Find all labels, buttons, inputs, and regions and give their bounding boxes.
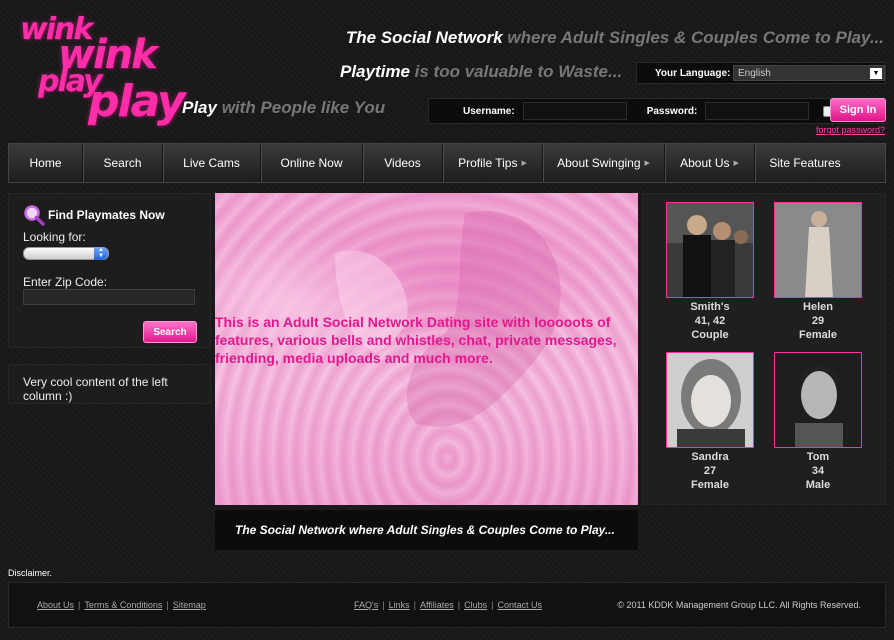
nav-label: Videos	[384, 156, 421, 170]
nav-videos[interactable]: Videos	[363, 144, 443, 182]
member-name: Tom	[806, 451, 830, 463]
footer-link-clubs[interactable]: Clubs	[464, 600, 487, 610]
nav-search[interactable]: Search	[83, 144, 163, 182]
disclaimer-text: Disclaimer.	[8, 568, 53, 578]
username-input[interactable]	[522, 102, 627, 120]
member-type: Couple	[691, 329, 729, 341]
member-card[interactable]: Tom 34 Male	[774, 352, 862, 492]
nav-label: Site Features	[769, 156, 841, 170]
footer-mid-links: FAQ's | Links | Affiliates | Clubs | Contact Us	[354, 600, 543, 610]
footer-left-links: About Us | Terms & Conditions | Sitemap	[37, 600, 206, 610]
woman-photo-image	[775, 203, 861, 297]
zip-label: Enter Zip Code:	[23, 275, 108, 289]
footer-link-terms[interactable]: Terms & Conditions	[84, 600, 162, 610]
hero-banner: This is an Adult Social Network Dating s…	[215, 193, 638, 505]
main-nav: Home Search Live Cams Online Now Videos …	[8, 143, 886, 183]
nav-label: Home	[29, 156, 62, 170]
left-content-text: Very cool content of the left column :)	[23, 375, 168, 403]
nav-label: About Us	[680, 156, 730, 170]
nav-live-cams[interactable]: Live Cams	[163, 144, 261, 182]
member-type: Female	[799, 329, 837, 341]
man-portrait-image	[775, 353, 861, 447]
find-playmates-panel: Find Playmates Now Looking for: ▲ ▼ Enter…	[8, 193, 211, 348]
looking-for-label: Looking for:	[23, 230, 86, 244]
language-value: English	[738, 67, 771, 79]
language-select[interactable]: English ▼	[733, 65, 885, 81]
member-photo[interactable]	[666, 202, 754, 298]
footer-link-links[interactable]: Links	[389, 600, 410, 610]
footer-link-about-us[interactable]: About Us	[37, 600, 74, 610]
member-name: Helen	[803, 301, 833, 313]
member-photo[interactable]	[774, 352, 862, 448]
nav-label: Profile Tips	[458, 156, 518, 170]
language-bar: Your Language: English ▼	[636, 62, 886, 84]
panel-title: Find Playmates Now	[48, 208, 165, 222]
member-type: Female	[691, 479, 729, 491]
search-button[interactable]: Search	[143, 321, 197, 343]
nav-label: Live Cams	[183, 156, 240, 170]
copyright-text: © 2011 KDDK Management Group LLC. All Ri…	[617, 600, 861, 610]
caption-text: The Social Network where Adult Singles &…	[235, 523, 615, 537]
footer-link-affiliates[interactable]: Affiliates	[420, 600, 454, 610]
nav-site-features[interactable]: Site Features	[755, 144, 855, 182]
member-name: Smith's	[690, 301, 730, 313]
chevron-right-icon: ▶	[733, 160, 739, 167]
footer-link-sitemap[interactable]: Sitemap	[173, 600, 206, 610]
nav-online-now[interactable]: Online Now	[261, 144, 363, 182]
password-input[interactable]	[705, 102, 810, 120]
member-age: 41, 42	[694, 315, 726, 327]
tagline-rest: is too valuable to Waste...	[409, 62, 623, 81]
chevron-right-icon: ▶	[521, 160, 527, 167]
password-label: Password:	[646, 105, 698, 117]
member-name: Sandra	[691, 451, 729, 463]
member-age: 34	[811, 465, 825, 477]
tagline-playtime: Playtime is too valuable to Waste...	[340, 62, 622, 82]
tagline-highlight: Playtime	[340, 62, 410, 81]
featured-members: Smith's 41, 42 Couple Helen 29 Female Sa…	[642, 193, 886, 505]
sign-in-button[interactable]: Sign In	[830, 98, 886, 122]
nav-label: Online Now	[280, 156, 343, 170]
member-photo[interactable]	[774, 202, 862, 298]
hero-description: This is an Adult Social Network Dating s…	[215, 314, 617, 366]
forgot-password-link[interactable]: forgot password?	[816, 125, 885, 135]
woman-portrait-image	[667, 353, 753, 447]
looking-for-select[interactable]: ▲ ▼	[23, 247, 109, 260]
select-arrows-icon: ▲ ▼	[94, 247, 108, 260]
couple-photo-image	[667, 203, 753, 297]
member-card[interactable]: Sandra 27 Female	[666, 352, 754, 492]
member-card[interactable]: Smith's 41, 42 Couple	[666, 202, 754, 342]
tagline-social-network: The Social Network where Adult Singles &…	[346, 28, 884, 48]
tagline-highlight: Play	[182, 98, 217, 117]
nav-label: Search	[103, 156, 142, 170]
zip-code-input[interactable]	[23, 289, 195, 305]
tagline-rest: where Adult Singles & Couples Come to Pl…	[502, 28, 884, 47]
nav-profile-tips[interactable]: Profile Tips ▶	[443, 144, 543, 182]
member-card[interactable]: Helen 29 Female	[774, 202, 862, 342]
tagline-play: Play with People like You	[182, 98, 385, 118]
logo-text: play	[88, 76, 186, 127]
nav-about-us[interactable]: About Us ▶	[665, 144, 755, 182]
login-bar: Username: Password:	[428, 98, 886, 124]
left-content-panel: Very cool content of the left column :)	[8, 364, 211, 404]
footer-link-contact-us[interactable]: Contact Us	[498, 600, 543, 610]
nav-label: About Swinging	[557, 156, 641, 170]
member-age: 27	[703, 465, 717, 477]
nav-about-swinging[interactable]: About Swinging ▶	[543, 144, 665, 182]
tagline-highlight: The Social Network	[345, 28, 503, 47]
username-label: Username:	[463, 105, 515, 117]
tagline-rest: with People like You	[216, 98, 386, 117]
footer-link-faqs[interactable]: FAQ's	[354, 600, 378, 610]
footer: About Us | Terms & Conditions | Sitemap FAQ'…	[8, 582, 886, 628]
member-photo[interactable]	[666, 352, 754, 448]
chevron-right-icon: ▶	[644, 160, 650, 167]
site-logo[interactable]: wink wink play play	[18, 10, 186, 127]
magnifier-icon	[24, 205, 45, 226]
caption-bar: The Social Network where Adult Singles &…	[215, 510, 638, 550]
language-label: Your Language:	[655, 67, 731, 79]
nav-home[interactable]: Home	[9, 144, 83, 182]
member-age: 29	[811, 315, 825, 327]
member-type: Male	[805, 479, 831, 491]
chevron-down-icon: ▼	[870, 68, 882, 79]
